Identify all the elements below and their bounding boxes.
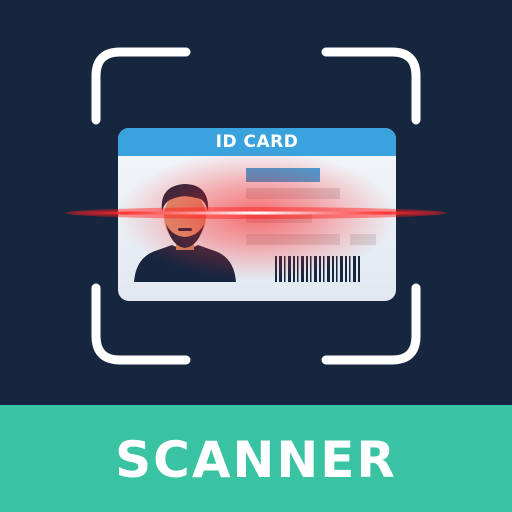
frame-corner-top-left — [91, 47, 191, 125]
id-card-title: ID CARD — [215, 132, 299, 152]
footer-banner: SCANNER — [0, 405, 512, 512]
scanner-label: SCANNER — [115, 430, 397, 489]
scan-scene — [66, 47, 446, 365]
frame-corner-top-right — [321, 47, 421, 125]
scan-beam — [66, 207, 446, 219]
id-scanner-app-icon: ID CARD SCANNER — [0, 0, 512, 512]
